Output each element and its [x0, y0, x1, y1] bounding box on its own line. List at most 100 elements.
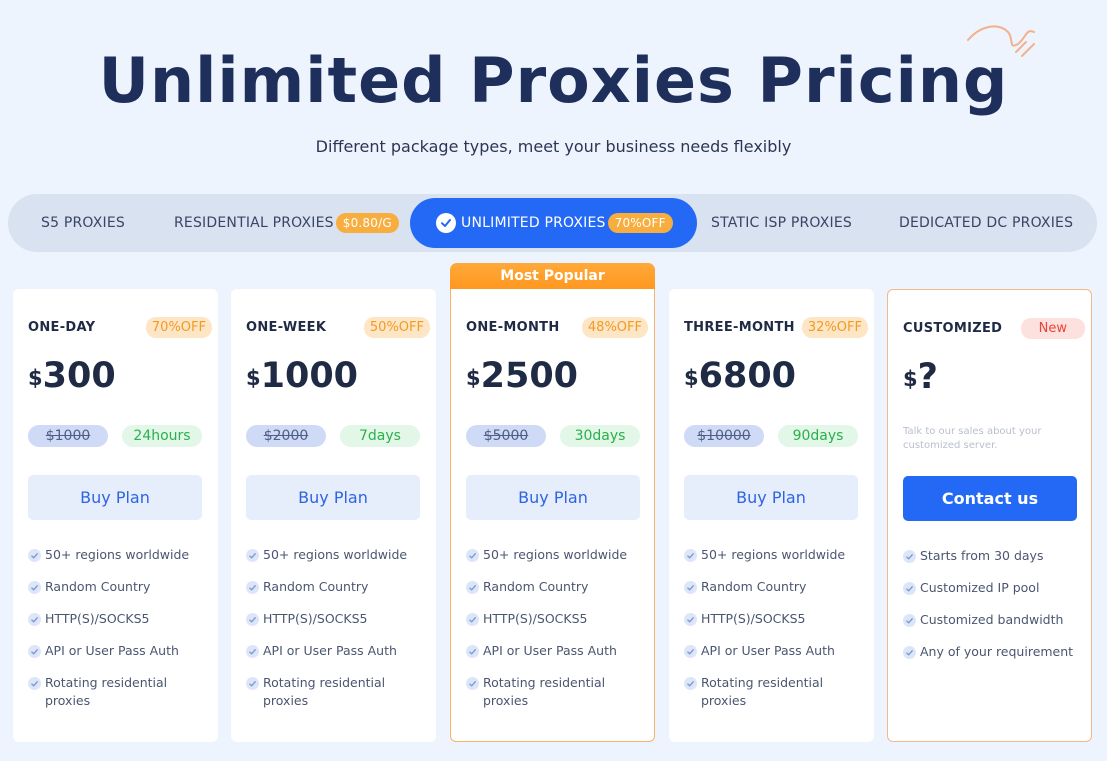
duration-badge: 24hours [122, 425, 202, 447]
discount-badge: 70%OFF [607, 213, 673, 233]
feature-item: Rotating residential proxies [684, 674, 869, 710]
feature-item: 50+ regions worldwide [28, 546, 213, 564]
tab-dedicated-dc-proxies[interactable]: DEDICATED DC PROXIES [899, 194, 1073, 252]
feature-list: Starts from 30 days Customized IP pool C… [903, 547, 1088, 675]
feature-item: Rotating residential proxies [28, 674, 213, 710]
price-amount: ? [917, 357, 938, 397]
check-icon [246, 549, 259, 562]
tab-static-isp-proxies[interactable]: STATIC ISP PROXIES [711, 194, 852, 252]
feature-item: Any of your requirement [903, 643, 1088, 661]
feature-item: API or User Pass Auth [28, 642, 213, 660]
original-price: $5000 [466, 425, 546, 447]
feature-item: HTTP(S)/SOCKS5 [246, 610, 431, 628]
plan-name: ONE-WEEK [246, 320, 327, 335]
check-icon [28, 549, 41, 562]
plan-price: $6800 [684, 356, 796, 396]
check-icon [466, 645, 479, 658]
check-icon [903, 550, 916, 563]
feature-item: Random Country [28, 578, 213, 596]
contact-us-button[interactable]: Contact us [903, 476, 1077, 521]
feature-item: Random Country [246, 578, 431, 596]
check-icon [684, 613, 697, 626]
buy-plan-button[interactable]: Buy Plan [28, 475, 202, 520]
check-icon [903, 582, 916, 595]
check-icon [246, 645, 259, 658]
buy-plan-button[interactable]: Buy Plan [684, 475, 858, 520]
page-title: Unlimited Proxies Pricing [98, 44, 1009, 117]
check-icon [28, 613, 41, 626]
feature-item: Customized IP pool [903, 579, 1088, 597]
feature-item: Rotating residential proxies [246, 674, 431, 710]
feature-item: 50+ regions worldwide [246, 546, 431, 564]
price-badge: $0.80/G [335, 213, 399, 233]
tab-residential-proxies[interactable]: RESIDENTIAL PROXIES $0.80/G [174, 194, 399, 252]
plan-name: THREE-MONTH [684, 320, 795, 335]
plan-card-three-month: THREE-MONTH 32%OFF $6800 $10000 90days B… [669, 289, 874, 742]
check-icon [28, 645, 41, 658]
feature-list: 50+ regions worldwide Random Country HTT… [684, 546, 869, 724]
plan-price: $2500 [466, 356, 578, 396]
check-icon [684, 581, 697, 594]
doodle-icon [967, 25, 1035, 57]
feature-item: Starts from 30 days [903, 547, 1088, 565]
tab-label: UNLIMITED PROXIES [461, 215, 606, 231]
tab-label: RESIDENTIAL PROXIES [174, 215, 334, 231]
duration-badge: 7days [340, 425, 420, 447]
feature-item: 50+ regions worldwide [466, 546, 651, 564]
feature-item: Customized bandwidth [903, 611, 1088, 629]
feature-item: HTTP(S)/SOCKS5 [466, 610, 651, 628]
buy-plan-button[interactable]: Buy Plan [246, 475, 420, 520]
discount-badge: 32%OFF [801, 317, 868, 338]
plan-name: ONE-DAY [28, 320, 96, 335]
currency-symbol: $ [903, 367, 918, 391]
page-subtitle: Different package types, meet your busin… [315, 137, 792, 156]
plan-price: $? [903, 357, 938, 397]
currency-symbol: $ [246, 366, 261, 390]
feature-item: HTTP(S)/SOCKS5 [684, 610, 869, 628]
tab-label: S5 PROXIES [41, 215, 125, 231]
check-icon [903, 646, 916, 659]
feature-item: Random Country [684, 578, 869, 596]
most-popular-ribbon: Most Popular [450, 263, 655, 291]
discount-badge: 48%OFF [581, 317, 648, 338]
discount-badge: 50%OFF [363, 317, 430, 338]
check-icon [466, 581, 479, 594]
feature-item: API or User Pass Auth [466, 642, 651, 660]
currency-symbol: $ [466, 366, 481, 390]
currency-symbol: $ [684, 366, 699, 390]
price-amount: 2500 [480, 356, 579, 396]
price-amount: 6800 [698, 356, 797, 396]
feature-item: HTTP(S)/SOCKS5 [28, 610, 213, 628]
check-icon [246, 677, 259, 690]
tab-label: STATIC ISP PROXIES [711, 215, 853, 231]
check-icon [28, 581, 41, 594]
original-price: $2000 [246, 425, 326, 447]
tab-s5-proxies[interactable]: S5 PROXIES [41, 194, 125, 252]
feature-item: API or User Pass Auth [684, 642, 869, 660]
check-icon [28, 677, 41, 690]
original-price: $1000 [28, 425, 108, 447]
feature-item: 50+ regions worldwide [684, 546, 869, 564]
buy-plan-button[interactable]: Buy Plan [466, 475, 640, 520]
check-icon [684, 549, 697, 562]
duration-badge: 30days [560, 425, 640, 447]
feature-item: Rotating residential proxies [466, 674, 651, 710]
price-amount: 1000 [260, 356, 359, 396]
product-tab-bar: S5 PROXIES RESIDENTIAL PROXIES $0.80/G U… [8, 194, 1097, 252]
price-amount: 300 [42, 356, 116, 396]
check-icon [246, 581, 259, 594]
feature-list: 50+ regions worldwide Random Country HTT… [28, 546, 213, 724]
check-icon [436, 213, 456, 233]
plan-card-one-week: ONE-WEEK 50%OFF $1000 $2000 7days Buy Pl… [231, 289, 436, 742]
plan-name: CUSTOMIZED [903, 321, 1003, 336]
tab-unlimited-proxies[interactable]: UNLIMITED PROXIES 70%OFF [410, 198, 697, 248]
check-icon [903, 614, 916, 627]
plan-price: $1000 [246, 356, 358, 396]
original-price: $10000 [684, 425, 764, 447]
check-icon [246, 613, 259, 626]
check-icon [466, 677, 479, 690]
tab-label: DEDICATED DC PROXIES [899, 215, 1074, 231]
feature-item: API or User Pass Auth [246, 642, 431, 660]
plan-card-one-month: ONE-MONTH 48%OFF $2500 $5000 30days Buy … [450, 289, 655, 742]
custom-plan-note: Talk to our sales about your customized … [903, 426, 1042, 451]
